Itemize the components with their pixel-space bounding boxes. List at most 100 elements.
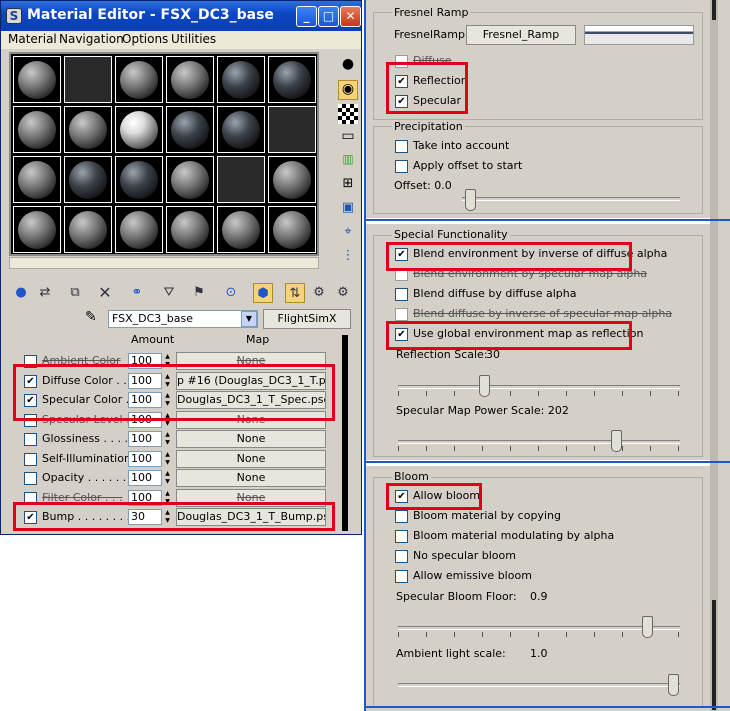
map-amount-field[interactable]: 100: [128, 470, 162, 486]
map-amount-field[interactable]: 100: [128, 431, 162, 447]
sample-slot[interactable]: [166, 206, 214, 253]
precipitation-option-checkbox[interactable]: [395, 160, 408, 173]
sample-slot[interactable]: [64, 156, 112, 203]
title-bar[interactable]: S Material Editor - FSX_DC3_base _ □ ✕: [1, 1, 361, 31]
sample-slot[interactable]: [64, 106, 112, 153]
material-effects-channel-icon[interactable]: ⚑: [189, 283, 209, 303]
background-checker-icon[interactable]: [338, 104, 358, 124]
get-material-icon[interactable]: ●: [11, 283, 31, 303]
map-amount-spinner[interactable]: ▲ ▼: [163, 431, 172, 447]
material-name-field[interactable]: FSX_DC3_base: [108, 310, 258, 328]
map-enable-checkbox[interactable]: [24, 413, 37, 427]
map-amount-spinner[interactable]: ▲ ▼: [163, 509, 172, 525]
sample-slot[interactable]: [13, 106, 61, 153]
map-amount-field[interactable]: 100: [128, 353, 162, 369]
backlight-icon[interactable]: ◉: [338, 80, 358, 100]
maximize-button[interactable]: □: [318, 6, 339, 27]
sample-slot[interactable]: [166, 56, 214, 103]
bloom-option-checkbox[interactable]: [395, 510, 408, 523]
sample-slot[interactable]: [268, 206, 316, 253]
special-option-checkbox[interactable]: [395, 268, 408, 281]
show-map-icon[interactable]: ⊙: [221, 283, 241, 303]
map-amount-spinner[interactable]: ▲ ▼: [163, 490, 172, 506]
sample-slot[interactable]: [268, 156, 316, 203]
bloom-option-checkbox[interactable]: [395, 550, 408, 563]
bloom-option-checkbox[interactable]: ✔: [395, 490, 408, 503]
put-to-library-icon[interactable]: ⛛: [159, 283, 179, 303]
sample-slot[interactable]: [115, 106, 163, 153]
maps-scrollbar[interactable]: [342, 335, 348, 531]
map-amount-field[interactable]: 100: [128, 392, 162, 408]
fresnel-option-checkbox[interactable]: [395, 55, 408, 68]
sample-slot[interactable]: [268, 106, 316, 153]
sample-slot[interactable]: [268, 56, 316, 103]
map-amount-field[interactable]: 100: [128, 489, 162, 506]
sample-slot[interactable]: [115, 56, 163, 103]
sample-slot[interactable]: [217, 156, 265, 203]
show-end-result-icon[interactable]: ⬢: [253, 283, 273, 303]
fresnel-option-checkbox[interactable]: ✔: [395, 95, 408, 108]
sample-slot[interactable]: [217, 206, 265, 253]
menu-options[interactable]: Options: [122, 32, 168, 46]
make-unique-icon[interactable]: ⚭: [127, 283, 147, 303]
sample-slot[interactable]: [64, 206, 112, 253]
special-option-checkbox[interactable]: [395, 288, 408, 301]
map-enable-checkbox[interactable]: ✔: [24, 374, 37, 388]
bloom-floor-slider-track[interactable]: [398, 626, 680, 630]
fresnel-ramp-swatch[interactable]: [584, 25, 694, 45]
reflection-scale-slider-thumb[interactable]: [479, 375, 490, 397]
pick-material-icon[interactable]: ⚙: [333, 283, 353, 303]
sample-slot[interactable]: [217, 106, 265, 153]
map-amount-spinner[interactable]: ▲ ▼: [163, 392, 172, 408]
specular-power-slider-thumb[interactable]: [611, 430, 622, 452]
select-by-material-icon[interactable]: ⌖: [338, 224, 358, 244]
map-slot-button[interactable]: None: [176, 469, 326, 487]
specular-power-slider-track[interactable]: [398, 440, 680, 444]
assign-material-icon[interactable]: ⧉: [65, 283, 85, 303]
sample-uv-tiling-icon[interactable]: ▭: [338, 128, 358, 148]
panel-scrollbar-top[interactable]: [712, 0, 716, 20]
map-slot-button[interactable]: Douglas_DC3_1_T_Bump.psd): [176, 508, 326, 526]
sample-slot[interactable]: [166, 156, 214, 203]
map-amount-spinner[interactable]: ▲ ▼: [163, 373, 172, 389]
go-to-parent-icon[interactable]: ⇅: [285, 283, 305, 303]
map-enable-checkbox[interactable]: [24, 433, 37, 446]
bloom-floor-slider-thumb[interactable]: [642, 616, 653, 638]
sample-slot[interactable]: [64, 56, 112, 103]
map-amount-spinner[interactable]: ▲ ▼: [163, 353, 172, 369]
fresnel-ramp-button[interactable]: Fresnel_Ramp: [466, 25, 576, 45]
map-enable-checkbox[interactable]: [24, 452, 37, 466]
offset-slider-track[interactable]: [462, 197, 680, 201]
sample-slot[interactable]: [13, 206, 61, 253]
material-name-dropdown-arrow[interactable]: ▼: [241, 311, 257, 327]
ambient-light-slider-track[interactable]: [398, 683, 680, 687]
close-button[interactable]: ✕: [340, 6, 361, 27]
fresnel-option-checkbox[interactable]: ✔: [395, 75, 408, 88]
options-icon[interactable]: ▣: [338, 200, 358, 220]
map-slot-button[interactable]: None: [176, 430, 326, 448]
map-slot-button[interactable]: p #16 (Douglas_DC3_1_T.psd): [176, 371, 326, 390]
video-color-check-icon[interactable]: ▥: [338, 152, 358, 172]
menu-utilities[interactable]: Utilities: [171, 32, 216, 46]
map-slot-button[interactable]: None: [176, 449, 326, 468]
sample-slot[interactable]: [217, 56, 265, 103]
map-slot-button[interactable]: None: [176, 352, 326, 370]
special-option-checkbox[interactable]: ✔: [395, 248, 408, 261]
sample-slot[interactable]: [115, 156, 163, 203]
map-enable-checkbox[interactable]: [24, 355, 37, 368]
bloom-option-checkbox[interactable]: [395, 570, 408, 583]
ambient-light-slider-thumb[interactable]: [668, 674, 679, 696]
sample-type-icon[interactable]: ●: [338, 56, 358, 76]
eyedropper-icon[interactable]: ✎: [85, 309, 103, 327]
panel-scrollbar-bottom[interactable]: [712, 600, 716, 710]
sample-slot[interactable]: [13, 156, 61, 203]
put-material-icon[interactable]: ⇄: [35, 283, 55, 303]
map-amount-spinner[interactable]: ▲ ▼: [163, 412, 172, 428]
offset-slider-thumb[interactable]: [465, 189, 476, 211]
reset-map-icon[interactable]: ✕: [95, 283, 115, 303]
map-amount-spinner[interactable]: ▲ ▼: [163, 470, 172, 486]
map-slot-button[interactable]: Douglas_DC3_1_T_Spec.psd): [176, 391, 326, 409]
map-enable-checkbox[interactable]: ✔: [24, 511, 37, 524]
special-option-checkbox[interactable]: [395, 308, 408, 321]
make-preview-icon[interactable]: ⊞: [338, 176, 358, 196]
